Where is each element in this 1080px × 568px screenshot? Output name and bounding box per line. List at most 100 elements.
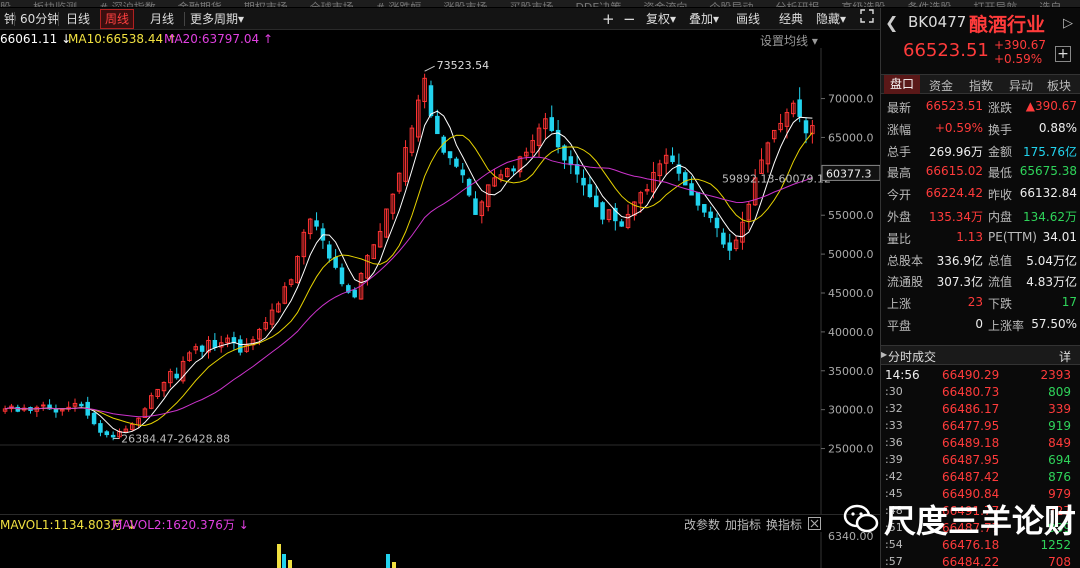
hide-dropdown[interactable]: 隐藏▾ xyxy=(812,9,850,29)
candle-body xyxy=(91,412,97,425)
trade-time: :33 xyxy=(885,419,903,432)
candle-body xyxy=(689,183,694,196)
ma10-text: 66538.44 xyxy=(105,32,164,46)
more-periods-dropdown[interactable]: 更多周期▾ xyxy=(186,9,248,29)
candle-body xyxy=(79,403,84,407)
candle-body xyxy=(727,242,732,251)
candle-body xyxy=(721,232,726,245)
stat-value: 66523.51 xyxy=(925,99,983,113)
stat-row: 今开 66224.42 昨收 66132.84 xyxy=(881,183,1080,204)
classic-button[interactable]: 经典 xyxy=(775,9,807,29)
ma-settings-label: 设置均线 xyxy=(760,34,809,48)
trade-row: :33 66477.95 919 xyxy=(881,418,1080,435)
candle-body xyxy=(352,289,357,298)
candlestick-chart[interactable]: 70000.065000.060000.055000.050000.045000… xyxy=(0,48,880,514)
trade-volume: 708 xyxy=(1048,555,1071,568)
candle-body xyxy=(797,99,802,117)
tick-trades-header: ▶ 分时成交 详 xyxy=(881,345,1080,365)
stat-label: 最新 xyxy=(887,101,912,115)
mavol2-text: 1620.376万 xyxy=(165,518,235,532)
trade-price: 66484.22 xyxy=(942,555,1000,568)
candle-body xyxy=(619,221,624,227)
adjust-dropdown[interactable]: 复权▾ xyxy=(642,9,680,29)
ma10-label: MA10: xyxy=(68,32,106,46)
ma20-text: 63797.04 xyxy=(201,32,260,46)
trade-time: :57 xyxy=(885,555,903,568)
candle-body xyxy=(511,168,516,172)
stat-value: 336.9亿 xyxy=(936,253,983,268)
switch-indicator-button[interactable]: 换指标 xyxy=(766,516,802,533)
volume-bar xyxy=(277,544,281,568)
next-arrow-icon[interactable]: ▷ xyxy=(1063,16,1073,31)
trade-price: 66480.73 xyxy=(942,385,1000,399)
toolbar-divider xyxy=(14,12,15,26)
stat-value: ▲390.67 xyxy=(1025,99,1077,113)
period-tab-60min[interactable]: 60分钟 xyxy=(16,9,63,29)
tab-anomaly[interactable]: 异动 xyxy=(1009,77,1033,94)
add-watchlist-button[interactable]: + xyxy=(1055,46,1071,62)
stat-label: PE(TTM) xyxy=(988,229,1037,244)
stat-label: 下跌 xyxy=(988,297,1013,312)
edit-params-button[interactable]: 改参数 xyxy=(684,516,720,533)
candle-body xyxy=(454,158,459,167)
zoom-in-button[interactable]: + xyxy=(598,9,619,29)
back-arrow-icon[interactable]: ❮ xyxy=(885,13,898,32)
range-annotation: 59892.13-60079.12 xyxy=(722,173,831,186)
collapse-icon[interactable]: ▶ xyxy=(881,350,887,359)
stat-label: 外盘 xyxy=(887,210,912,224)
chart-toolbar: 钟 60分钟 日线 周线 月线 更多周期▾ + − 复权▾ 叠加▾ 画线 经典 … xyxy=(0,8,880,30)
tab-handicap[interactable]: 盘口 xyxy=(884,75,921,94)
tab-funds[interactable]: 资金 xyxy=(929,77,953,94)
stat-row: 涨幅 +0.59% 换手 0.88% xyxy=(881,118,1080,139)
trade-volume: 876 xyxy=(1048,470,1071,484)
overlay-dropdown[interactable]: 叠加▾ xyxy=(685,9,723,29)
draw-line-button[interactable]: 画线 xyxy=(732,9,764,29)
trade-volume: 339 xyxy=(1048,402,1071,416)
stat-label: 量比 xyxy=(887,231,912,246)
trade-price: 66477.95 xyxy=(942,419,1000,433)
top-menu-strip: 股板块监测# 深沪指数金融期货期权市场全球市场# 涨跌幅涨股市场买股市场DDE决… xyxy=(0,0,1080,7)
candle-body xyxy=(600,202,605,220)
stat-value: 66224.42 xyxy=(925,186,983,201)
candle-body xyxy=(473,198,478,215)
high-pointer xyxy=(424,65,435,72)
trade-detail-button[interactable]: 详 xyxy=(1059,348,1071,365)
tab-sector[interactable]: 板块 xyxy=(1047,77,1071,94)
y-tick-label: 40000.0 xyxy=(828,326,874,339)
period-tab-daily[interactable]: 日线 xyxy=(62,9,94,29)
volume-bar xyxy=(282,554,286,568)
zoom-out-button[interactable]: − xyxy=(619,9,640,29)
stat-row: 最高 66615.02 最低 65675.38 xyxy=(881,161,1080,182)
wechat-logo-icon xyxy=(842,500,880,538)
candle-body xyxy=(803,120,809,134)
stat-row: 外盘 135.34万 内盘 134.62万 xyxy=(881,205,1080,226)
stat-label: 流通股 xyxy=(887,275,924,290)
stat-label: 换手 xyxy=(988,122,1013,137)
stat-row: 流通股 307.3亿 流值 4.83万亿 xyxy=(881,270,1080,291)
ma5-value: 66061.11 ↓ xyxy=(0,32,71,46)
stat-label: 流值 xyxy=(988,275,1013,290)
stat-label: 涨跌 xyxy=(988,101,1013,115)
stat-value: 134.62万 xyxy=(1023,210,1077,224)
period-tab-weekly[interactable]: 周线 xyxy=(100,9,135,29)
close-icon[interactable] xyxy=(808,517,821,533)
ma20-value: MA20:63797.04 ↑ xyxy=(164,32,273,46)
y-tick-label: 65000.0 xyxy=(828,131,874,144)
tab-index[interactable]: 指数 xyxy=(969,77,993,94)
stat-value: 1.13 xyxy=(956,229,983,244)
fullscreen-icon[interactable] xyxy=(856,9,878,29)
candle-body xyxy=(238,339,243,353)
candle-body xyxy=(98,423,103,433)
overlay-label: 叠加 xyxy=(689,12,714,26)
price-change-pct: +0.59% xyxy=(994,52,1043,66)
candle-body xyxy=(327,244,332,259)
ma-settings-dropdown[interactable]: 设置均线 ▾ xyxy=(760,32,818,49)
candle-body xyxy=(428,85,434,117)
add-indicator-button[interactable]: 加指标 xyxy=(725,516,761,533)
stat-label: 金额 xyxy=(988,144,1013,159)
period-tab-monthly[interactable]: 月线 xyxy=(146,9,178,29)
candle-body xyxy=(714,217,720,229)
y-tick-label: 45000.0 xyxy=(828,287,874,300)
mavol2-label: MAVOL2: xyxy=(112,518,166,532)
candle-body xyxy=(40,404,46,407)
